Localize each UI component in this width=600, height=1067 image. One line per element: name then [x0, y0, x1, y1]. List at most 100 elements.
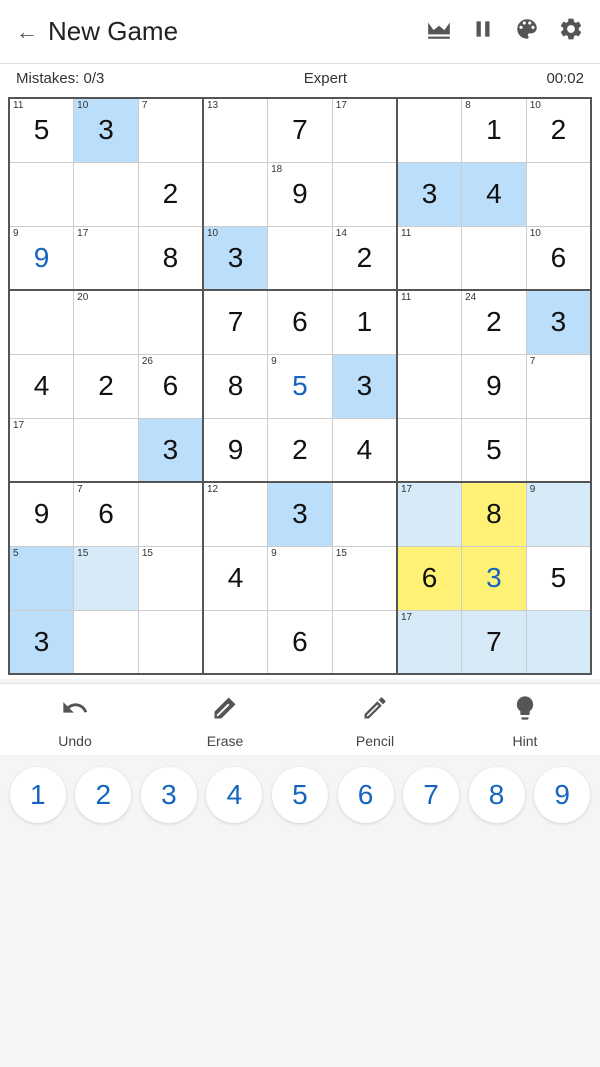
table-row[interactable]: 9: [526, 482, 591, 546]
table-row[interactable]: 1: [332, 290, 397, 354]
numpad-btn-6[interactable]: 6: [338, 767, 394, 823]
table-row[interactable]: 7: [526, 354, 591, 418]
table-row[interactable]: [9, 162, 74, 226]
table-row[interactable]: 3: [332, 354, 397, 418]
table-row[interactable]: 142: [332, 226, 397, 290]
table-row[interactable]: 2: [74, 354, 139, 418]
table-row[interactable]: 11: [397, 290, 462, 354]
table-row[interactable]: [203, 162, 268, 226]
table-row[interactable]: [332, 162, 397, 226]
sudoku-grid[interactable]: 1151037137178110221893499178103142111062…: [8, 97, 592, 675]
table-row[interactable]: [462, 226, 527, 290]
undo-button[interactable]: Undo: [35, 694, 115, 749]
numpad-btn-8[interactable]: 8: [469, 767, 525, 823]
palette-icon[interactable]: [514, 16, 540, 48]
table-row[interactable]: [74, 418, 139, 482]
pencil-button[interactable]: Pencil: [335, 694, 415, 749]
table-row[interactable]: 13: [203, 98, 268, 162]
table-row[interactable]: 4: [332, 418, 397, 482]
table-row[interactable]: 99: [9, 226, 74, 290]
table-row[interactable]: 103: [203, 226, 268, 290]
hint-button[interactable]: Hint: [485, 694, 565, 749]
table-row[interactable]: [74, 162, 139, 226]
table-row[interactable]: 3: [462, 546, 527, 610]
table-row[interactable]: 9: [9, 482, 74, 546]
table-row[interactable]: [397, 418, 462, 482]
numpad-btn-2[interactable]: 2: [75, 767, 131, 823]
table-row[interactable]: [138, 482, 203, 546]
pause-icon[interactable]: [470, 16, 496, 48]
table-row[interactable]: [526, 418, 591, 482]
table-row[interactable]: 3: [397, 162, 462, 226]
table-row[interactable]: 20: [74, 290, 139, 354]
table-row[interactable]: [138, 610, 203, 674]
table-row[interactable]: [138, 290, 203, 354]
table-row[interactable]: [9, 290, 74, 354]
table-row[interactable]: [397, 354, 462, 418]
table-row[interactable]: 12: [203, 482, 268, 546]
numpad-btn-4[interactable]: 4: [206, 767, 262, 823]
table-row[interactable]: 15: [74, 546, 139, 610]
table-row[interactable]: 15: [332, 546, 397, 610]
back-button[interactable]: ←: [16, 19, 38, 45]
table-row[interactable]: 17: [397, 610, 462, 674]
table-row[interactable]: 95: [268, 354, 333, 418]
table-row[interactable]: 3: [138, 418, 203, 482]
table-row[interactable]: 17: [74, 226, 139, 290]
table-row[interactable]: [526, 610, 591, 674]
table-row[interactable]: 4: [203, 546, 268, 610]
table-row[interactable]: 7: [138, 98, 203, 162]
table-row[interactable]: 15: [138, 546, 203, 610]
table-row[interactable]: [332, 482, 397, 546]
table-row[interactable]: [203, 610, 268, 674]
table-row[interactable]: 81: [462, 98, 527, 162]
table-row[interactable]: 5: [9, 546, 74, 610]
table-row[interactable]: 6: [268, 290, 333, 354]
table-row[interactable]: 189: [268, 162, 333, 226]
table-row[interactable]: 3: [9, 610, 74, 674]
numpad-btn-5[interactable]: 5: [272, 767, 328, 823]
numpad-btn-9[interactable]: 9: [534, 767, 590, 823]
table-row[interactable]: 3: [526, 290, 591, 354]
settings-icon[interactable]: [558, 16, 584, 48]
table-row[interactable]: 3: [268, 482, 333, 546]
table-row[interactable]: 102: [526, 98, 591, 162]
erase-button[interactable]: Erase: [185, 694, 265, 749]
table-row[interactable]: [268, 226, 333, 290]
table-row[interactable]: 103: [74, 98, 139, 162]
table-row[interactable]: [74, 610, 139, 674]
table-row[interactable]: [397, 98, 462, 162]
table-row[interactable]: 7: [462, 610, 527, 674]
table-row[interactable]: 5: [462, 418, 527, 482]
table-row[interactable]: 9: [203, 418, 268, 482]
table-row[interactable]: 266: [138, 354, 203, 418]
table-row[interactable]: 17: [9, 418, 74, 482]
numpad-btn-7[interactable]: 7: [403, 767, 459, 823]
table-row[interactable]: 4: [462, 162, 527, 226]
table-row[interactable]: 8: [462, 482, 527, 546]
table-row[interactable]: 17: [332, 98, 397, 162]
table-row[interactable]: 17: [397, 482, 462, 546]
table-row[interactable]: 2: [268, 418, 333, 482]
table-row[interactable]: 9: [462, 354, 527, 418]
table-row[interactable]: 8: [203, 354, 268, 418]
table-row[interactable]: 11: [397, 226, 462, 290]
table-row[interactable]: 115: [9, 98, 74, 162]
numpad-btn-1[interactable]: 1: [10, 767, 66, 823]
table-row[interactable]: [526, 162, 591, 226]
table-row[interactable]: 5: [526, 546, 591, 610]
table-row[interactable]: 9: [268, 546, 333, 610]
numpad-btn-3[interactable]: 3: [141, 767, 197, 823]
crown-icon[interactable]: [426, 16, 452, 48]
table-row[interactable]: 2: [138, 162, 203, 226]
table-row[interactable]: 7: [268, 98, 333, 162]
table-row[interactable]: 76: [74, 482, 139, 546]
table-row[interactable]: 6: [268, 610, 333, 674]
table-row[interactable]: [332, 610, 397, 674]
table-row[interactable]: 4: [9, 354, 74, 418]
table-row[interactable]: 7: [203, 290, 268, 354]
table-row[interactable]: 8: [138, 226, 203, 290]
table-row[interactable]: 106: [526, 226, 591, 290]
table-row[interactable]: 242: [462, 290, 527, 354]
table-row[interactable]: 6: [397, 546, 462, 610]
